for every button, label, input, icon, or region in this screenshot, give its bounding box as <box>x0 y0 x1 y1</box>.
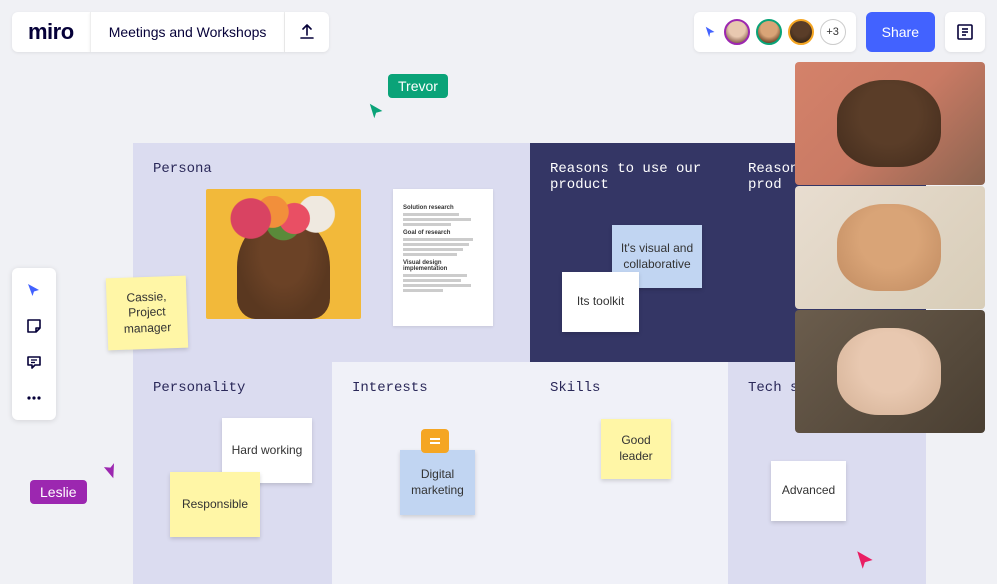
video-tile[interactable] <box>795 62 985 185</box>
facilitator-icon[interactable] <box>704 25 718 39</box>
doc-heading: Visual design implementation <box>403 260 483 272</box>
avatar[interactable] <box>756 19 782 45</box>
sticky-text: Its toolkit <box>577 294 624 310</box>
video-tile[interactable] <box>795 186 985 309</box>
doc-heading: Goal of research <box>403 230 483 236</box>
sticky-advanced[interactable]: Advanced <box>771 461 846 521</box>
sticky-responsible[interactable]: Responsible <box>170 472 260 537</box>
comment-icon <box>26 354 42 370</box>
share-label: Share <box>882 24 919 40</box>
tool-more[interactable] <box>12 380 56 416</box>
export-button[interactable] <box>285 12 329 52</box>
sticky-toolkit[interactable]: Its toolkit <box>562 272 639 332</box>
avatar-more-text: +3 <box>826 26 839 38</box>
avatar[interactable] <box>788 19 814 45</box>
upload-icon <box>299 24 315 40</box>
logo-box[interactable]: miro <box>12 12 90 52</box>
sticky-icon <box>26 318 42 334</box>
cell-title: Skills <box>550 380 708 396</box>
share-button[interactable]: Share <box>866 12 935 52</box>
sticky-text: Good leader <box>609 433 663 464</box>
more-icon <box>26 396 42 400</box>
sticky-digital[interactable]: Digital marketing <box>400 450 475 515</box>
tool-sticky[interactable] <box>12 308 56 344</box>
cell-title: Persona <box>153 161 510 177</box>
remote-cursor-red <box>855 549 877 576</box>
header: miro Meetings and Workshops +3 Share <box>12 12 985 52</box>
remote-cursor-leslie: Leslie <box>30 460 118 504</box>
tool-select[interactable] <box>12 272 56 308</box>
document-card[interactable]: Solution research Goal of research Visua… <box>393 189 493 326</box>
sticky-text: Cassie, Project manager <box>114 289 180 338</box>
cursor-icon <box>26 282 42 298</box>
activity-icon <box>956 23 974 41</box>
remote-cursor-trevor: Trevor <box>370 74 448 98</box>
sticky-text: Hard working <box>232 443 303 459</box>
sticky-cassie[interactable]: Cassie, Project manager <box>106 276 188 351</box>
avatar[interactable] <box>724 19 750 45</box>
video-tile[interactable] <box>795 310 985 433</box>
persona-image[interactable] <box>206 189 361 319</box>
sticky-text: It's visual and collaborative <box>620 241 694 272</box>
sticky-goodleader[interactable]: Good leader <box>601 419 671 479</box>
cell-title: Reasons to use our product <box>550 161 708 193</box>
board-title[interactable]: Meetings and Workshops <box>90 12 286 52</box>
sticky-text: Responsible <box>182 497 248 513</box>
comment-icon[interactable] <box>421 429 449 453</box>
doc-heading: Solution research <box>403 205 483 211</box>
tool-comment[interactable] <box>12 344 56 380</box>
header-right: +3 Share <box>694 12 985 52</box>
logo: miro <box>28 19 74 45</box>
sticky-text: Advanced <box>782 483 835 499</box>
left-toolbar <box>12 268 56 420</box>
sticky-text: Digital marketing <box>408 467 467 498</box>
cursor-name: Leslie <box>30 480 87 504</box>
activity-button[interactable] <box>945 12 985 52</box>
cursor-name: Trevor <box>388 74 448 98</box>
presence-box: +3 <box>694 12 856 52</box>
header-left: miro Meetings and Workshops <box>12 12 329 52</box>
avatar-more[interactable]: +3 <box>820 19 846 45</box>
cell-title: Interests <box>352 380 510 396</box>
cell-title: Personality <box>153 380 312 396</box>
board-title-text: Meetings and Workshops <box>109 24 267 40</box>
video-panel <box>795 62 985 433</box>
